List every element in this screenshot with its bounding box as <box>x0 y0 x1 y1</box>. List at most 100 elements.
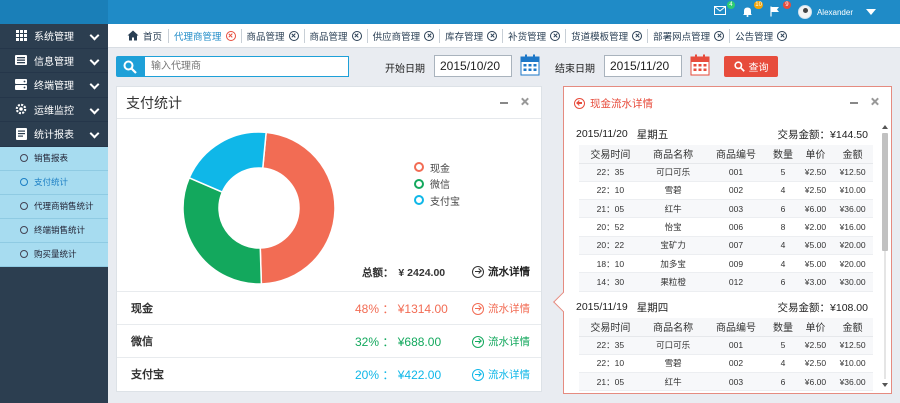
sidebar-item-system[interactable]: 系统管理 <box>0 24 108 49</box>
tab-label: 部署网点管理 <box>653 31 711 43</box>
payment-row-alipay: 支付宝 20% ： ¥422.00 流水详情 <box>117 357 541 390</box>
submenu-item-agent-sales[interactable]: 代理商销售统计 <box>0 195 108 219</box>
chevron-down-icon[interactable] <box>866 9 876 15</box>
start-date-input[interactable] <box>434 55 512 77</box>
cell-product-code: 007 <box>704 236 768 255</box>
agent-search-input[interactable] <box>144 56 349 77</box>
submenu-item-terminal-sales[interactable]: 终端销售统计 <box>0 219 108 243</box>
sidebar-item-terminal[interactable]: 终端管理 <box>0 73 108 98</box>
user-menu[interactable]: Alexander <box>797 5 876 19</box>
cell-product-code: 012 <box>704 272 768 292</box>
tab-label: 货道模板管理 <box>571 31 629 43</box>
flag-icon[interactable]: 9 <box>770 1 791 18</box>
tab-product-management-2[interactable]: 商品管理 <box>307 24 365 48</box>
submenu-item-payment-stats[interactable]: 支付统计 <box>0 171 108 195</box>
detail-label: 流水详情 <box>488 369 530 381</box>
tab-label: 首页 <box>143 31 163 43</box>
search-button[interactable] <box>116 56 144 77</box>
cell-amount: ¥10.00 <box>832 181 873 201</box>
close-icon[interactable] <box>487 30 498 41</box>
submenu-item-sales-report[interactable]: 销售报表 <box>0 147 108 171</box>
cell-unit-price: ¥6.00 <box>798 372 833 392</box>
table-row[interactable]: 21：05 红牛 003 6 ¥6.00 ¥36.00 <box>579 199 873 219</box>
back-arrow-icon[interactable] <box>574 97 585 109</box>
table-row[interactable]: 14：30 果粒橙 012 6 ¥3.00 ¥30.00 <box>579 272 873 292</box>
tab-supplier-management[interactable]: 供应商管理 <box>370 24 438 48</box>
payment-percent: 48% <box>355 301 380 316</box>
table-row[interactable]: 22：10 雪碧 002 4 ¥2.50 ¥10.00 <box>579 354 873 374</box>
wechat-detail-link[interactable]: 流水详情 <box>472 334 530 349</box>
donut-slice-1[interactable] <box>182 176 263 285</box>
query-button[interactable]: 查询 <box>724 56 778 77</box>
sidebar: 系统管理 信息管理 终端管理 运维监控 统计报表 销售报表 支付统计 代理商销售… <box>0 24 108 403</box>
sidebar-item-monitor[interactable]: 运维监控 <box>0 98 108 122</box>
payment-method-name: 现金 <box>131 303 153 315</box>
detail-label: 流水详情 <box>488 336 530 348</box>
table-row[interactable]: 22：10 雪碧 002 4 ¥2.50 ¥10.00 <box>579 181 873 201</box>
cell-quantity: 6 <box>767 272 799 292</box>
minimize-icon[interactable] <box>850 101 858 105</box>
submenu-item-purchase-stats[interactable]: 购买量统计 <box>0 243 108 267</box>
tab-agent-management[interactable]: 代理商管理 <box>171 24 239 48</box>
chevron-down-icon <box>89 79 100 90</box>
close-icon[interactable] <box>351 30 362 41</box>
scroll-up-icon[interactable] <box>882 125 888 129</box>
payment-row-cash: 现金 48% ： ¥1314.00 流水详情 <box>117 291 541 324</box>
tab-inventory-management[interactable]: 库存管理 <box>442 24 500 48</box>
sidebar-item-reports[interactable]: 统计报表 <box>0 122 108 147</box>
scroll-down-icon[interactable] <box>882 383 888 387</box>
panel-header: 支付统计 <box>117 87 541 119</box>
scrollbar[interactable] <box>882 125 888 387</box>
payment-amount: 20% ： ¥422.00 <box>355 366 441 383</box>
close-icon[interactable] <box>288 30 299 41</box>
calendar-icon[interactable] <box>690 54 710 76</box>
legend-marker <box>414 178 424 189</box>
table-row[interactable]: 18：10 加多宝 009 4 ¥5.00 ¥20.00 <box>579 254 873 274</box>
close-icon[interactable] <box>870 97 879 106</box>
tab-restock-management[interactable]: 补货管理 <box>505 24 563 48</box>
end-date-input[interactable] <box>604 55 682 77</box>
flag-badge: 9 <box>782 1 791 9</box>
close-icon[interactable] <box>550 30 561 41</box>
close-icon[interactable] <box>777 30 788 41</box>
avatar <box>797 5 812 19</box>
scroll-thumb[interactable] <box>882 133 888 251</box>
legend-item: 现金 <box>414 159 460 176</box>
tab-site-deployment-management[interactable]: 部署网点管理 <box>650 24 727 48</box>
total-detail-link[interactable]: 流水详情 <box>472 264 530 279</box>
day-date: 2015/11/20 <box>576 128 628 140</box>
close-icon[interactable] <box>424 30 435 41</box>
cell-unit-price: ¥3.00 <box>798 272 833 292</box>
donut-slice-0[interactable] <box>259 131 336 285</box>
cell-unit-price: ¥2.00 <box>798 217 833 237</box>
tab-slot-template-management[interactable]: 货道模板管理 <box>568 24 645 48</box>
close-icon[interactable] <box>225 30 236 41</box>
sidebar-item-info[interactable]: 信息管理 <box>0 49 108 73</box>
calendar-icon[interactable] <box>520 54 540 76</box>
table-row[interactable]: 20：52 怡宝 006 8 ¥2.00 ¥16.00 <box>579 217 873 237</box>
close-icon[interactable] <box>714 30 725 41</box>
cell-txn-time: 22：10 <box>579 181 642 201</box>
table-row[interactable]: 22：35 可口可乐 001 5 ¥2.50 ¥12.50 <box>579 163 873 182</box>
close-icon[interactable] <box>632 30 643 41</box>
tab-product-management[interactable]: 商品管理 <box>244 24 302 48</box>
circle-icon <box>20 202 28 210</box>
donut-slice-2[interactable] <box>188 131 267 194</box>
tab-home[interactable]: 首页 <box>124 24 166 48</box>
cell-quantity: 4 <box>767 254 799 274</box>
close-icon[interactable] <box>520 97 529 106</box>
table-row[interactable]: 21：05 红牛 003 6 ¥6.00 ¥36.00 <box>579 372 873 392</box>
mail-icon[interactable]: 4 <box>713 1 735 18</box>
minimize-icon[interactable] <box>500 101 508 105</box>
payment-value: ¥1314.00 <box>397 301 448 316</box>
column-header-product-name: 商品名称 <box>641 318 705 337</box>
cash-detail-link[interactable]: 流水详情 <box>472 301 530 316</box>
table-row[interactable]: 22：35 可口可乐 001 5 ¥2.50 ¥12.50 <box>579 336 873 355</box>
arrow-right-icon <box>472 368 484 381</box>
bell-icon[interactable]: 10 <box>742 1 763 18</box>
user-name: Alexander <box>816 7 853 17</box>
table-row[interactable]: 20：22 宝矿力 007 4 ¥5.00 ¥20.00 <box>579 236 873 255</box>
alipay-detail-link[interactable]: 流水详情 <box>472 367 530 382</box>
tab-announcement-management[interactable]: 公告管理 <box>732 24 790 48</box>
cell-txn-time: 21：05 <box>579 199 642 219</box>
